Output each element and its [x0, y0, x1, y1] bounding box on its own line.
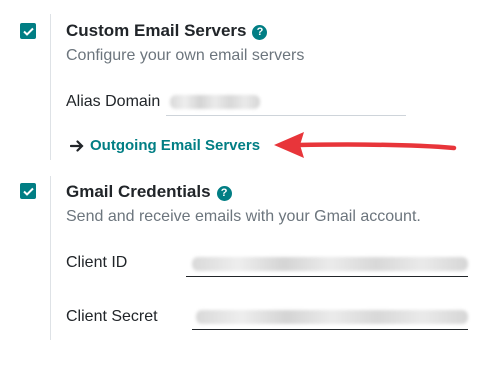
client-id-value-obscured[interactable] — [192, 257, 468, 271]
question-circle-icon[interactable]: ? — [252, 24, 268, 40]
gmail-credentials-description: Send and receive emails with your Gmail … — [66, 208, 421, 225]
section-divider — [50, 176, 51, 340]
client-secret-label: Client Secret — [66, 308, 158, 325]
alias-domain-value-obscured[interactable] — [170, 95, 260, 109]
custom-email-servers-checkbox[interactable] — [20, 23, 36, 39]
client-id-label: Client ID — [66, 254, 128, 271]
client-secret-field-underline — [192, 329, 468, 330]
outgoing-email-servers-label: Outgoing Email Servers — [90, 137, 261, 154]
client-id-field-underline — [186, 276, 468, 277]
gmail-credentials-title: Gmail Credentials? — [66, 182, 232, 202]
custom-email-servers-title: Custom Email Servers? — [66, 21, 268, 41]
alias-domain-field-underline — [166, 115, 406, 116]
custom-email-servers-description: Configure your own email servers — [66, 47, 305, 64]
check-icon — [22, 187, 34, 196]
alias-domain-label: Alias Domain — [66, 93, 161, 110]
outgoing-email-servers-link[interactable]: Outgoing Email Servers — [70, 137, 260, 154]
section-title-text: Gmail Credentials — [66, 182, 211, 201]
red-arrow-icon — [274, 132, 457, 158]
question-circle-icon[interactable]: ? — [216, 185, 232, 201]
section-divider — [50, 14, 51, 160]
check-icon — [22, 27, 34, 36]
arrow-right-icon — [70, 139, 84, 152]
section-title-text: Custom Email Servers — [66, 21, 247, 40]
gmail-credentials-checkbox[interactable] — [20, 183, 36, 199]
client-secret-value-obscured[interactable] — [196, 310, 468, 324]
